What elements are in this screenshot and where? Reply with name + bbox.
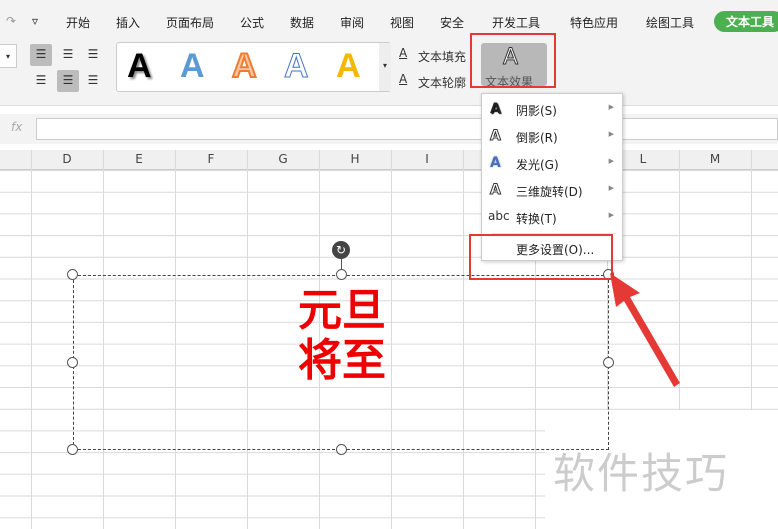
column-i[interactable]: I [391,152,463,166]
style-gold[interactable]: A [336,47,361,86]
highlight-more-settings [469,234,613,280]
tab-review[interactable]: 审阅 [340,14,364,31]
style-orange-outline[interactable]: A [231,46,258,86]
rotate-handle-icon[interactable]: ↻ [332,241,350,259]
text-fill-button[interactable]: 文本填充 [418,48,466,65]
gallery-more-button[interactable]: ▾ [379,43,391,91]
column-d[interactable]: D [31,152,103,166]
align-bottom-button[interactable]: ☰ [82,44,104,66]
menu-item-reflection[interactable]: A 倒影(R) ▶ [482,123,622,149]
align-center-button[interactable]: ☰ [57,70,79,92]
highlight-effect-button [470,33,556,88]
text-outline-icon: A [399,72,408,86]
fx-icon[interactable]: fx [11,120,22,134]
resize-handle[interactable] [336,269,347,280]
glow-icon: A [490,155,501,171]
align-right-button[interactable]: ☰ [82,70,104,92]
formula-input[interactable] [36,118,778,140]
text-outline-button[interactable]: 文本轮廓 [418,74,466,91]
text-fill-icon: A [399,46,408,60]
wordart-text[interactable]: 元旦 将至 [74,276,610,386]
redo-icon[interactable]: ↷ [6,14,16,28]
submenu-arrow-icon: ▶ [608,184,614,192]
tab-special[interactable]: 特色应用 [570,14,618,31]
resize-handle[interactable] [67,357,78,368]
column-e[interactable]: E [103,152,175,166]
menu-item-transform[interactable]: abc 转换(T) ▶ [482,204,622,230]
submenu-arrow-icon: ▶ [608,103,614,111]
transform-icon: abc [488,209,510,223]
style-blue[interactable]: A [180,47,205,86]
style-blue-outline[interactable]: A [284,47,310,86]
reflection-icon: A [490,128,502,145]
column-g[interactable]: G [247,152,319,166]
text-style-gallery: A A A A A ▾ [116,42,391,92]
red-arrow-icon [610,273,680,387]
quick-access-dropdown-icon[interactable]: ▿ [32,14,38,28]
tab-drawing-tools[interactable]: 绘图工具 [646,14,694,31]
tab-home[interactable]: 开始 [66,14,90,31]
submenu-arrow-icon: ▶ [608,130,614,138]
menu-item-3d-rotation[interactable]: A 三维旋转(D) ▶ [482,177,622,203]
submenu-arrow-icon: ▶ [608,211,614,219]
tab-developer[interactable]: 开发工具 [492,14,540,31]
tab-formula[interactable]: 公式 [240,14,264,31]
resize-handle[interactable] [336,444,347,455]
column-f[interactable]: F [175,152,247,166]
tab-insert[interactable]: 插入 [116,14,140,31]
tab-security[interactable]: 安全 [440,14,464,31]
text-line-2: 将至 [298,335,386,386]
menu-item-shadow[interactable]: A 阴影(S) ▶ [482,96,622,122]
tab-text-tools[interactable]: 文本工具 [714,11,778,32]
tab-data[interactable]: 数据 [290,14,314,31]
tab-view[interactable]: 视图 [390,14,414,31]
menu-item-glow[interactable]: A 发光(G) ▶ [482,150,622,176]
text-line-1: 元旦 [298,285,386,336]
text-box[interactable]: 元旦 将至 [73,275,609,450]
align-middle-button[interactable]: ☰ [57,44,79,66]
align-top-button[interactable]: ☰ [30,44,52,66]
font-size-dropdown[interactable]: ▾ [0,44,17,68]
column-h[interactable]: H [319,152,391,166]
align-left-button[interactable]: ☰ [30,70,52,92]
submenu-arrow-icon: ▶ [608,157,614,165]
tab-page-layout[interactable]: 页面布局 [166,14,214,31]
resize-handle[interactable] [67,444,78,455]
shadow-icon: A [490,101,501,117]
style-black[interactable]: A [127,47,152,86]
column-m[interactable]: M [679,152,751,166]
resize-handle[interactable] [67,269,78,280]
3d-rotation-icon: A [490,182,502,199]
